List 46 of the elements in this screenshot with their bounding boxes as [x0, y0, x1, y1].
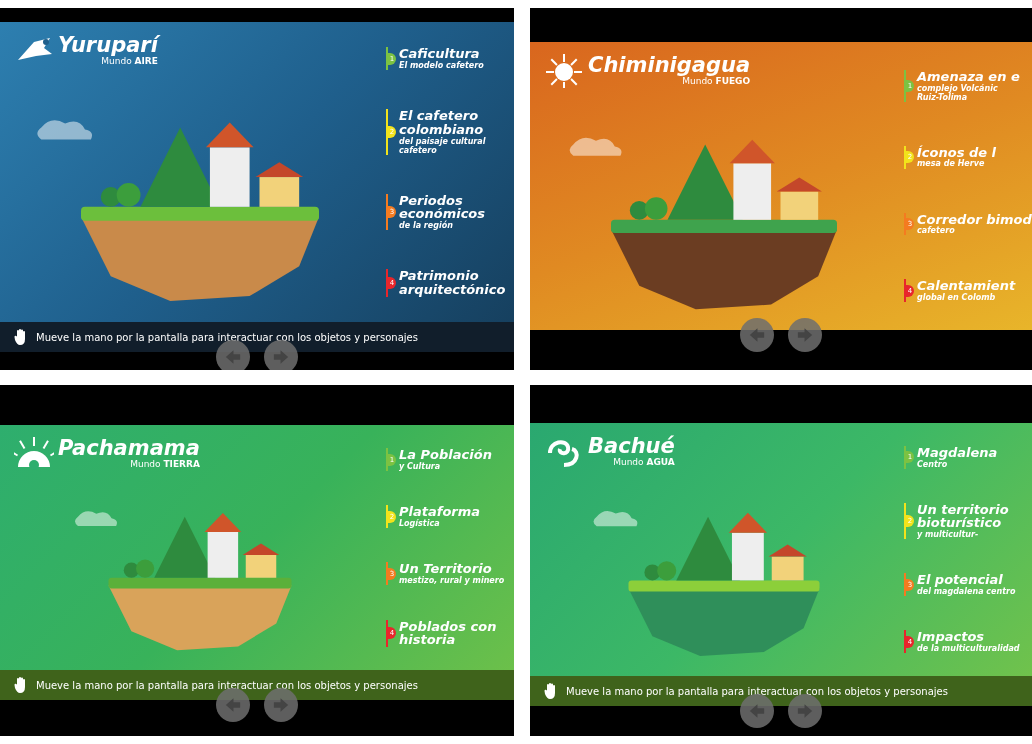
menu-item-title[interactable]: Poblados con historia [399, 619, 514, 647]
world-subtitle: Mundo AGUA [613, 456, 675, 467]
hint-text: Mueve la mano por la pantalla para interactuar con los objetos y personajes [566, 685, 948, 697]
world-title: Bachué [588, 435, 675, 457]
menu-item-detail: y multicultur- [917, 530, 980, 540]
hand-icon [14, 676, 28, 694]
next-button[interactable] [264, 688, 298, 722]
menu-item-title[interactable]: Plataforma [399, 505, 481, 519]
world-title: Chiminigagua [588, 54, 751, 76]
menu-item-title[interactable]: La Población [399, 448, 492, 462]
menu-item-detail: Centro [917, 459, 948, 469]
hand-icon [14, 328, 28, 346]
menu-item-title[interactable]: Un Territorio [399, 562, 505, 577]
menu-item-title[interactable]: Corredor bimod [917, 212, 1032, 227]
hint-text: Mueve la mano por la pantalla para interactuar con los objetos y personajes [36, 331, 418, 343]
hand-icon [544, 682, 558, 700]
world-subtitle: Mundo TIERRA [130, 458, 200, 469]
menu-item-title[interactable]: Magdalena [917, 446, 998, 460]
menu-item-detail: de la región [399, 221, 454, 231]
menu-item-detail: y Cultura [399, 461, 442, 471]
menu-item-title[interactable]: Calentamient [917, 279, 1016, 293]
menu-item-detail: mestizo, rural y minero [399, 576, 505, 586]
menu-item-detail: mesa de Herve [917, 159, 986, 169]
previous-button[interactable] [216, 688, 250, 722]
menu-item-title[interactable]: Un territorio bioturístico [917, 502, 1032, 531]
menu-item-title[interactable]: Íconos de l [917, 145, 997, 160]
menu-item-detail: del paisaje cultural cafetero [399, 136, 487, 155]
next-button[interactable] [788, 318, 822, 352]
menu-item-detail: Ruiz-Tolima [917, 92, 969, 102]
menu-item-detail: Logística [399, 518, 441, 529]
menu-item-detail: global en Colomb [917, 292, 997, 303]
menu-item-title[interactable]: El potencial [917, 573, 1016, 587]
menu-item-title[interactable]: Amenaza en e [917, 69, 1020, 84]
menu-item-detail: complejo Volcánic [917, 83, 999, 93]
hint-text: Mueve la mano por la pantalla para interactuar con los objetos y personajes [36, 679, 418, 691]
menu-item-detail: cafetero [917, 226, 956, 236]
emblem-icon [544, 52, 584, 88]
menu-item-title[interactable]: El cafetero colombiano [399, 109, 514, 137]
menu-item-detail: de la multiculturalidad [917, 643, 1020, 653]
next-button[interactable] [788, 694, 822, 728]
menu-item-title[interactable]: Patrimonio arquitectónico [399, 269, 514, 297]
menu-item-title[interactable]: Impactos [917, 630, 1020, 644]
menu-item-title[interactable]: Caficultura [399, 47, 484, 62]
previous-button[interactable] [740, 318, 774, 352]
menu-item-detail: El modelo cafetero [399, 61, 484, 71]
world-title: Pachamama [58, 437, 200, 459]
